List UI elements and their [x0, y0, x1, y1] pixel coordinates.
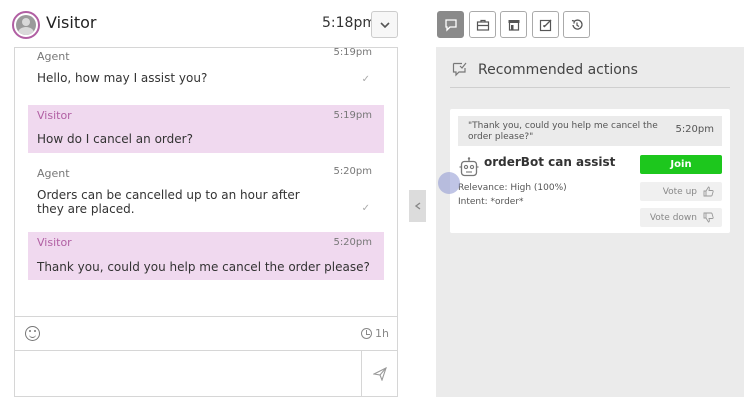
- smiley-icon[interactable]: [25, 326, 40, 341]
- tab-store[interactable]: [500, 11, 527, 38]
- checkmark-icon: ✓: [361, 203, 370, 214]
- comment-check-icon: [452, 62, 467, 77]
- message-time: 5:20pm: [333, 237, 372, 248]
- history-icon: [571, 18, 583, 30]
- message-item: Visitor 5:19pm How do I cancel an order?: [28, 105, 384, 153]
- send-icon: [372, 366, 387, 381]
- vote-down-label: Vote down: [649, 212, 697, 223]
- intent-text: Intent: *order*: [458, 197, 524, 207]
- vote-up-label: Vote up: [662, 186, 697, 197]
- message-item: Visitor 5:20pm Thank you, could you help…: [28, 232, 384, 280]
- join-button[interactable]: Join: [640, 155, 722, 174]
- header-dropdown-button[interactable]: [371, 11, 398, 38]
- chat-header: Visitor 5:18pm: [0, 0, 410, 48]
- message-list[interactable]: Agent 5:19pm Hello, how may I assist you…: [15, 48, 397, 316]
- relevance-text: Relevance: High (100%): [458, 183, 567, 193]
- message-time: 5:19pm: [333, 110, 372, 121]
- quoted-message: "Thank you, could you help me cancel the…: [458, 116, 722, 146]
- bot-title: orderBot can assist: [484, 155, 616, 169]
- visitor-name: Visitor: [46, 13, 97, 32]
- visitor-avatar: [12, 11, 40, 39]
- recommended-actions-panel: Recommended actions "Thank you, could yo…: [436, 47, 744, 397]
- vote-down-button[interactable]: Vote down: [640, 208, 722, 227]
- chat-duration-text: 1h: [375, 327, 389, 340]
- vote-up-button[interactable]: Vote up: [640, 182, 722, 201]
- chevron-left-icon: [414, 202, 420, 210]
- message-time: 5:20pm: [333, 166, 372, 177]
- thumbs-down-icon: [703, 212, 714, 223]
- send-button[interactable]: [361, 350, 397, 396]
- message-sender: Agent: [37, 50, 70, 63]
- user-icon: [16, 15, 36, 35]
- panel-title: Recommended actions: [478, 62, 638, 78]
- message-text: How do I cancel an order?: [37, 132, 193, 146]
- tab-chat[interactable]: [437, 11, 464, 38]
- store-icon: [508, 19, 519, 31]
- composer-toolbar: 1h: [15, 316, 397, 350]
- divider: [450, 87, 730, 88]
- tab-briefcase[interactable]: [469, 11, 496, 38]
- briefcase-icon: [476, 19, 489, 31]
- message-item: Agent 5:20pm Orders can be cancelled up …: [28, 162, 384, 224]
- message-sender: Visitor: [37, 109, 72, 122]
- cursor-indicator: [438, 172, 460, 194]
- chat-bubble-icon: [444, 18, 457, 32]
- message-input[interactable]: [15, 350, 361, 396]
- chat-box: Agent 5:19pm Hello, how may I assist you…: [14, 47, 398, 397]
- clock-icon: [361, 328, 373, 339]
- quoted-message-time: 5:20pm: [675, 124, 714, 135]
- edit-icon: [539, 19, 551, 31]
- checkmark-icon: ✓: [361, 74, 370, 85]
- recommendation-card: "Thank you, could you help me cancel the…: [450, 109, 730, 233]
- message-time: 5:19pm: [333, 48, 372, 58]
- thumbs-up-icon: [703, 186, 714, 197]
- message-item: Agent 5:19pm Hello, how may I assist you…: [28, 48, 384, 90]
- header-time: 5:18pm: [322, 15, 376, 31]
- chat-duration: 1h: [361, 327, 389, 340]
- tab-edit[interactable]: [532, 11, 559, 38]
- quoted-message-text: "Thank you, could you help me cancel the…: [468, 121, 658, 142]
- chevron-down-icon: [379, 21, 390, 28]
- message-sender: Visitor: [37, 236, 72, 249]
- robot-icon: [459, 157, 479, 177]
- message-text: Thank you, could you help me cancel the …: [37, 260, 370, 274]
- tab-history[interactable]: [563, 11, 590, 38]
- message-sender: Agent: [37, 167, 70, 180]
- message-text: Hello, how may I assist you?: [37, 71, 208, 85]
- collapse-panel-button[interactable]: [409, 190, 426, 222]
- message-text: Orders can be cancelled up to an hour af…: [37, 188, 300, 216]
